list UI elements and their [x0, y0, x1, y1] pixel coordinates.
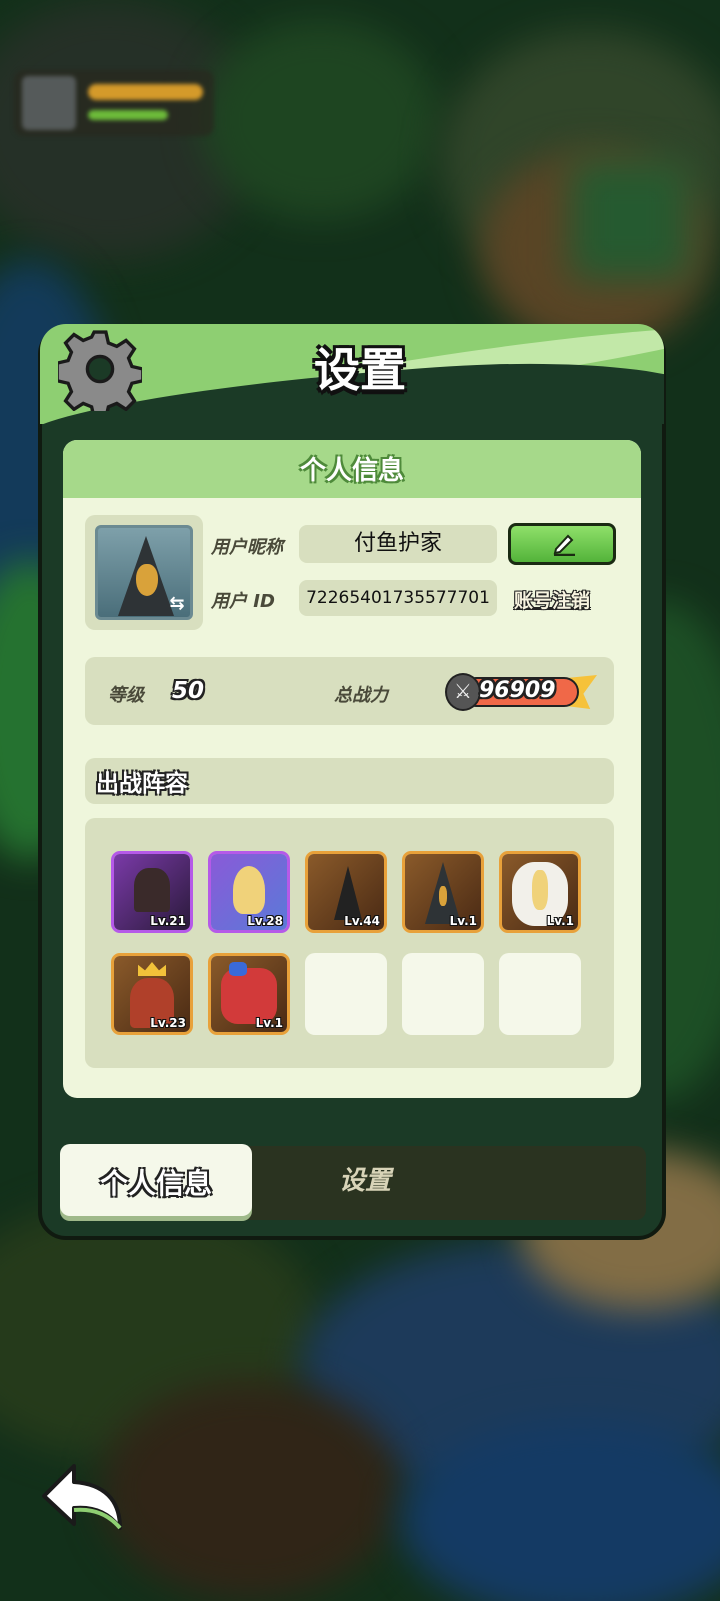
hero-slot[interactable]: Lv.1: [499, 851, 581, 933]
gear-icon: [58, 330, 142, 411]
level-value: 50: [172, 678, 205, 704]
edit-nickname-button[interactable]: [508, 523, 616, 565]
panel-title: 设置: [314, 343, 406, 397]
hud-resource-bar: [88, 84, 203, 100]
nickname-field: 付鱼护家: [299, 525, 497, 563]
swap-icon: ⇆: [169, 593, 185, 614]
hud-health-bar: [88, 110, 168, 120]
pencil-icon: [553, 534, 575, 556]
hero-level: Lv.23: [150, 1016, 186, 1030]
empty-hero-slot[interactable]: [402, 953, 484, 1035]
nickname-label: 用户昵称: [211, 537, 283, 558]
tab-profile[interactable]: 个人信息: [60, 1144, 252, 1216]
hero-slot[interactable]: Lv.28: [208, 851, 290, 933]
player-status-hud: [14, 70, 214, 136]
hero-slot[interactable]: Lv.1: [208, 953, 290, 1035]
empty-hero-slot[interactable]: [499, 953, 581, 1035]
empty-hero-slot[interactable]: [305, 953, 387, 1035]
tab-profile-label: 个人信息: [99, 1167, 212, 1200]
hero-slot[interactable]: Lv.21: [111, 851, 193, 933]
hero-slot[interactable]: Lv.1: [402, 851, 484, 933]
tab-settings[interactable]: 设置: [300, 1160, 430, 1197]
hero-level: Lv.44: [344, 914, 380, 928]
hero-level: Lv.28: [247, 914, 283, 928]
lineup-title: 出战阵容: [96, 771, 188, 797]
hero-level: Lv.21: [150, 914, 186, 928]
user-id-field: 72265401735577701: [299, 580, 497, 616]
user-id-label: 用户 ID: [211, 591, 275, 612]
back-arrow-icon[interactable]: [40, 1460, 126, 1532]
crossed-swords-icon: ⚔: [445, 673, 481, 711]
power-label: 总战力: [334, 685, 388, 706]
power-value: 96909: [479, 678, 556, 703]
avatar[interactable]: ⇆: [95, 525, 193, 620]
hero-level: Lv.1: [449, 914, 477, 928]
level-label: 等级: [108, 685, 144, 706]
hero-level: Lv.1: [546, 914, 574, 928]
power-badge: ⚔ 96909: [445, 673, 597, 711]
cancel-account-link[interactable]: 账号注销: [514, 586, 590, 613]
hero-slot[interactable]: Lv.23: [111, 953, 193, 1035]
hero-level: Lv.1: [255, 1016, 283, 1030]
profile-section-title: 个人信息: [299, 456, 404, 486]
hero-slot[interactable]: Lv.44: [305, 851, 387, 933]
hud-avatar: [22, 76, 76, 130]
